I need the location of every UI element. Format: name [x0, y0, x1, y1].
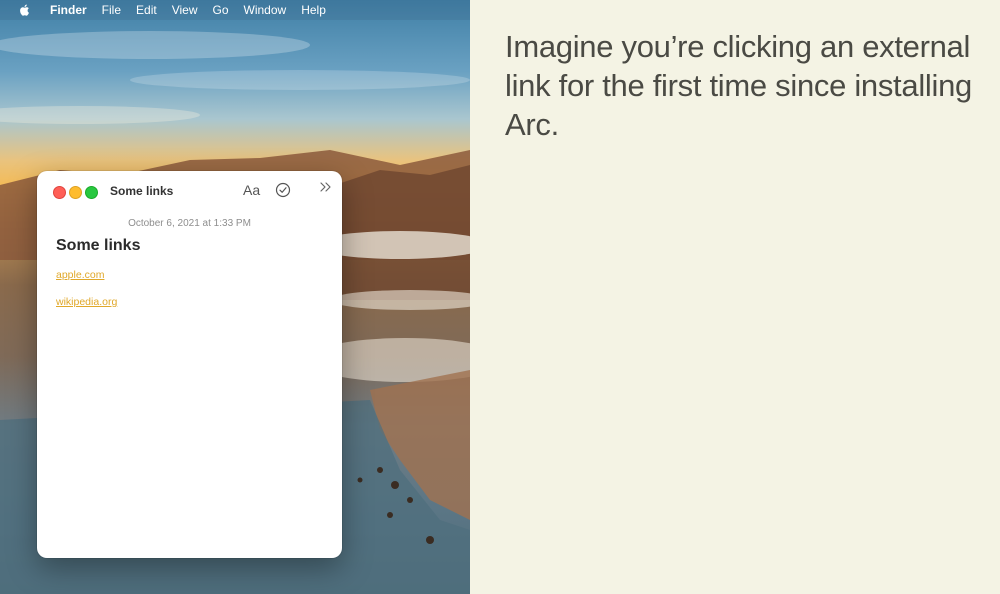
note-heading: Some links: [56, 237, 141, 254]
zoom-button[interactable]: [85, 186, 98, 199]
menu-bar: Finder File Edit View Go Window Help: [0, 0, 470, 20]
menu-view[interactable]: View: [172, 3, 198, 17]
close-button[interactable]: [53, 186, 66, 199]
window-title: Some links: [110, 184, 174, 198]
notes-titlebar[interactable]: Some links Aa: [37, 171, 342, 209]
menu-help[interactable]: Help: [301, 3, 326, 17]
menu-window[interactable]: Window: [244, 3, 287, 17]
text-format-icon[interactable]: Aa: [243, 182, 260, 200]
menu-finder[interactable]: Finder: [50, 3, 87, 17]
instruction-headline: Imagine you’re clicking an external link…: [505, 29, 972, 142]
menu-file[interactable]: File: [102, 3, 121, 17]
menu-go[interactable]: Go: [213, 3, 229, 17]
minimize-button[interactable]: [69, 186, 82, 199]
link-apple[interactable]: apple.com: [56, 269, 104, 281]
link-wikipedia[interactable]: wikipedia.org: [56, 296, 117, 308]
checklist-icon[interactable]: [275, 182, 291, 200]
note-date: October 6, 2021 at 1:33 PM: [128, 218, 251, 229]
desktop-wallpaper: Finder File Edit View Go Window Help Som…: [0, 0, 470, 594]
chevron-double-right-icon[interactable]: [319, 180, 333, 198]
instruction-panel: Imagine you’re clicking an external link…: [470, 0, 1000, 594]
menu-edit[interactable]: Edit: [136, 3, 157, 17]
apple-icon[interactable]: [18, 3, 32, 17]
notes-window: Some links Aa October 6, 2021 at 1:33 PM…: [37, 171, 342, 558]
